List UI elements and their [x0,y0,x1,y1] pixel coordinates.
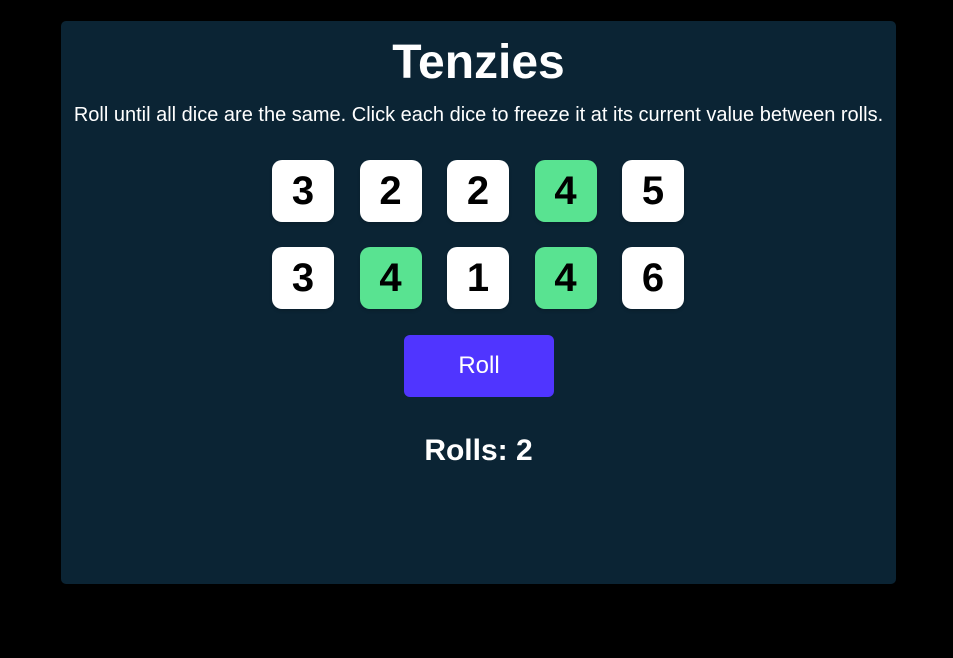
die-10[interactable]: 6 [622,247,684,309]
die-6[interactable]: 3 [272,247,334,309]
die-9[interactable]: 4 [534,247,597,309]
rolls-counter: Rolls: 2 [424,434,533,467]
die-5[interactable]: 5 [622,160,684,222]
page-title: Tenzies [392,36,565,89]
die-8[interactable]: 1 [447,247,509,309]
die-4[interactable]: 4 [534,160,597,222]
die-1[interactable]: 3 [272,160,334,222]
die-7[interactable]: 4 [359,247,422,309]
die-3[interactable]: 2 [447,160,509,222]
game-panel: Tenzies Roll until all dice are the same… [61,21,896,584]
instructions-text: Roll until all dice are the same. Click … [73,104,884,126]
roll-button[interactable]: Roll [404,335,554,397]
dice-grid: 3 2 2 4 5 3 4 1 4 6 [272,160,685,309]
die-2[interactable]: 2 [359,160,422,222]
